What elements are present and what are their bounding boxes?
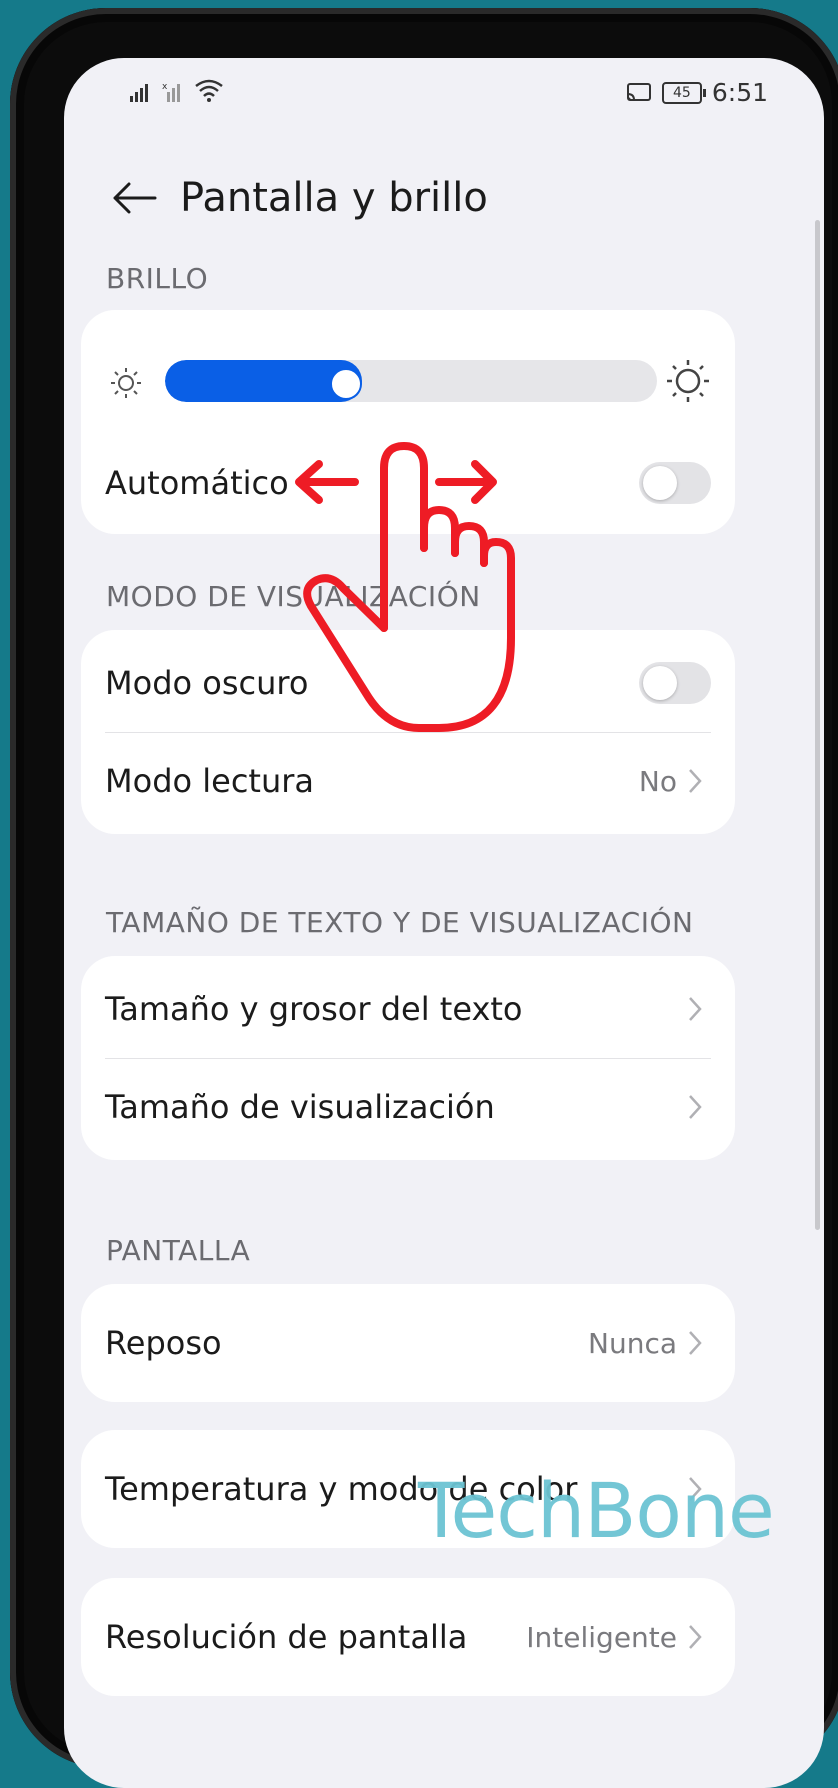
auto-brightness-toggle[interactable]	[639, 462, 711, 504]
resolution-value: Inteligente	[526, 1620, 677, 1654]
resolution-row[interactable]: Resolución de pantalla Inteligente	[105, 1612, 711, 1662]
back-arrow-icon[interactable]	[104, 168, 164, 228]
status-bar: x 45 6:51	[64, 58, 824, 118]
divider	[105, 1058, 711, 1059]
reading-mode-value: No	[638, 764, 677, 798]
header: Pantalla y brillo	[104, 158, 488, 238]
sleep-value-group: Nunca	[588, 1327, 711, 1360]
sun-large-icon	[667, 360, 709, 402]
dark-mode-label: Modo oscuro	[105, 664, 309, 702]
resolution-label: Resolución de pantalla	[105, 1618, 468, 1656]
sleep-value: Nunca	[588, 1326, 677, 1360]
swipe-gesture-hand-icon	[295, 442, 515, 732]
page-title: Pantalla y brillo	[180, 175, 488, 221]
chevron-right-icon	[687, 1091, 711, 1123]
sleep-card: Reposo Nunca	[81, 1284, 735, 1402]
toggle-knob	[643, 666, 677, 700]
brightness-slider-thumb[interactable]	[332, 370, 360, 398]
auto-brightness-label: Automático	[105, 464, 289, 502]
text-size-card: Tamaño y grosor del texto Tamaño de visu…	[81, 956, 735, 1160]
cast-icon	[626, 82, 651, 101]
watermark-logo: TechBone	[418, 1466, 775, 1555]
battery-icon: 45	[661, 81, 706, 104]
reading-mode-label: Modo lectura	[105, 762, 315, 800]
toggle-knob	[643, 466, 677, 500]
chevron-right-icon	[687, 1621, 711, 1653]
display-size-row[interactable]: Tamaño de visualización	[105, 1082, 711, 1132]
section-label-tamano-texto: TAMAÑO DE TEXTO Y DE VISUALIZACIÓN	[106, 906, 694, 939]
signal-icons: x	[130, 78, 224, 102]
brightness-slider[interactable]	[165, 360, 657, 402]
section-label-pantalla: PANTALLA	[106, 1234, 251, 1267]
chevron-right-icon	[687, 993, 711, 1025]
resolution-value-group: Inteligente	[526, 1621, 711, 1654]
text-size-weight-label: Tamaño y grosor del texto	[105, 990, 523, 1028]
reading-mode-row[interactable]: Modo lectura No	[105, 756, 711, 806]
chevron-right-icon	[687, 1327, 711, 1359]
svg-text:x: x	[162, 82, 168, 92]
signal-secondary-icon: x	[162, 82, 180, 102]
sleep-label: Reposo	[105, 1324, 222, 1362]
chevron-right-icon	[687, 765, 711, 797]
sleep-row[interactable]: Reposo Nunca	[105, 1318, 711, 1368]
wifi-icon	[195, 79, 223, 102]
text-size-weight-row[interactable]: Tamaño y grosor del texto	[105, 984, 711, 1034]
screen: x 45 6:51 Pantalla y brillo BRILLO Autom…	[64, 58, 824, 1788]
display-size-label: Tamaño de visualización	[105, 1088, 495, 1126]
phone-frame: x 45 6:51 Pantalla y brillo BRILLO Autom…	[10, 8, 838, 1788]
status-time: 6:51	[711, 78, 768, 107]
resolution-card: Resolución de pantalla Inteligente	[81, 1578, 735, 1696]
status-right: 45 6:51	[626, 78, 768, 107]
dark-mode-toggle[interactable]	[639, 662, 711, 704]
reading-mode-value-group: No	[639, 765, 711, 798]
signal-icon	[130, 84, 148, 102]
section-label-brillo: BRILLO	[106, 262, 209, 295]
sun-small-icon	[111, 368, 141, 398]
scrollbar[interactable]	[815, 220, 820, 1230]
